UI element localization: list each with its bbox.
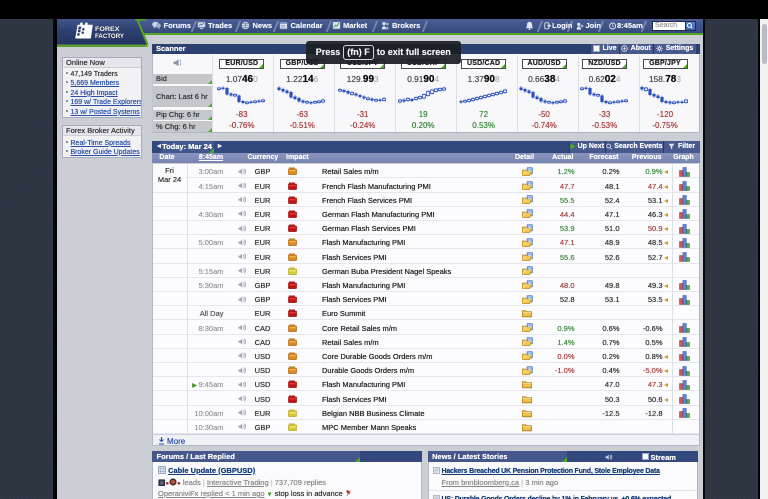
- svg-text:FOREX: FOREX: [95, 26, 120, 33]
- svg-text:FACTORY: FACTORY: [95, 33, 125, 40]
